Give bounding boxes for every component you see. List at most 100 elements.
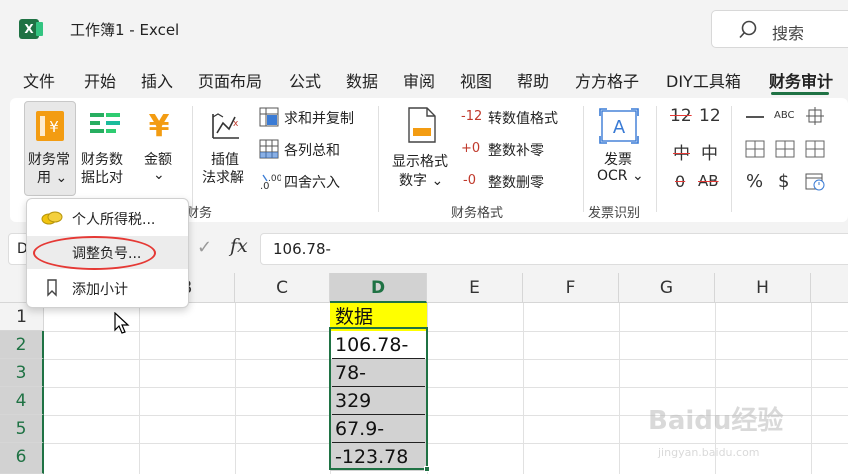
search-box[interactable]: 搜索 xyxy=(711,10,848,48)
fx-icon[interactable]: fx xyxy=(230,235,248,257)
percent-icon[interactable]: % xyxy=(746,171,763,192)
num-icon[interactable]: 12 xyxy=(699,106,721,126)
invoice-ocr-label-2[interactable]: OCR ⌄ xyxy=(597,168,644,184)
gridline xyxy=(139,303,140,474)
finance-compare-label-1[interactable]: 财务数 xyxy=(81,149,123,169)
round-delete-button[interactable]: 整数删零 xyxy=(488,172,544,192)
column-header-i[interactable] xyxy=(811,273,848,303)
invoice-ocr-label-1[interactable]: 发票 xyxy=(604,149,632,169)
gridline xyxy=(619,303,620,474)
dropdown-item-add-subtotal[interactable]: 添加小计 xyxy=(27,272,188,305)
gridline xyxy=(44,359,848,360)
menu-file[interactable]: 文件 xyxy=(23,68,55,92)
num-strike-icon[interactable]: 12 xyxy=(670,106,692,126)
menu-insert[interactable]: 插入 xyxy=(141,68,173,92)
menu-bar: 文件 开始 插入 页面布局 公式 数据 审阅 视图 帮助 方方格子 DIY工具箱… xyxy=(0,62,848,96)
ribbon-separator xyxy=(583,106,584,212)
ribbon-separator xyxy=(192,106,193,212)
ribbon-separator xyxy=(656,106,657,212)
check-icon[interactable]: ✓ xyxy=(197,237,212,258)
dash-icon[interactable] xyxy=(746,116,764,118)
group-label-finance-format: 财务格式 xyxy=(451,206,504,221)
search-icon xyxy=(739,20,757,39)
crosshair-icon[interactable] xyxy=(806,107,824,125)
menu-page-layout[interactable]: 页面布局 xyxy=(198,68,262,92)
amount-label[interactable]: 金额 xyxy=(144,149,172,169)
group-label-finance: 财务 xyxy=(186,206,213,221)
menu-finance-audit[interactable]: 财务审计 xyxy=(769,68,833,92)
cn-strike-icon[interactable]: 中 xyxy=(673,139,690,164)
interpolate-label-2[interactable]: 法求解 xyxy=(202,167,244,187)
abc-icon[interactable]: ABC xyxy=(774,110,795,121)
menu-formulas[interactable]: 公式 xyxy=(289,68,321,92)
ab-strike-icon[interactable]: AB xyxy=(698,172,719,190)
gridline xyxy=(523,303,524,474)
grid-icon-1[interactable] xyxy=(745,140,765,158)
baidu-watermark: Baidu经验 jingyan.baidu.com xyxy=(648,396,808,466)
column-header-c[interactable]: C xyxy=(235,273,330,303)
round-fill-button[interactable]: 整数补零 xyxy=(488,140,544,160)
mouse-cursor-icon xyxy=(114,312,130,334)
column-header-e[interactable]: E xyxy=(427,273,523,303)
row-header-3[interactable]: 3 xyxy=(0,359,44,387)
show-format-label-2[interactable]: 数字 ⌄ xyxy=(399,170,443,190)
row-header-5[interactable]: 5 xyxy=(0,415,44,443)
row-header-6[interactable]: 6 xyxy=(0,443,44,474)
column-header-g[interactable]: G xyxy=(619,273,715,303)
convert-format-button[interactable]: 转数值格式 xyxy=(488,108,558,128)
sum-copy-button[interactable]: 求和并复制 xyxy=(284,108,354,128)
gridline xyxy=(811,303,812,474)
row-header-2[interactable]: 2 xyxy=(0,331,44,359)
col-total-button[interactable]: 各列总和 xyxy=(284,140,340,160)
group-label-invoice: 发票识别 xyxy=(588,206,641,221)
excel-app-icon: X xyxy=(19,19,43,39)
finance-common-label-1: 财务常 xyxy=(28,152,70,168)
menu-diy-toolbox[interactable]: DIY工具箱 xyxy=(666,68,741,92)
grid-icon-2[interactable] xyxy=(775,140,795,158)
column-header-h[interactable]: H xyxy=(715,273,811,303)
dropdown-label-income-tax: 个人所得税... xyxy=(72,212,156,228)
column-header-f[interactable]: F xyxy=(523,273,619,303)
finance-compare-label-2[interactable]: 据比对 xyxy=(81,167,123,187)
ribbon-separator xyxy=(378,106,379,212)
menu-home[interactable]: 开始 xyxy=(84,68,116,92)
gridline xyxy=(44,387,848,388)
interpolate-label-1[interactable]: 插值 xyxy=(211,149,239,169)
menu-fangfang[interactable]: 方方格子 xyxy=(575,68,639,92)
formula-input[interactable]: 106.78- xyxy=(260,233,848,265)
active-tab-indicator xyxy=(771,92,829,95)
svg-text:x: x xyxy=(233,119,239,129)
grid-icon-3[interactable] xyxy=(805,140,825,158)
round-fill-icon: +0 xyxy=(461,141,481,156)
row-header-4[interactable]: 4 xyxy=(0,387,44,415)
coins-icon xyxy=(41,211,63,225)
watermark-text: Baidu经验 xyxy=(648,406,784,436)
selection-range xyxy=(329,327,428,470)
interpolate-icon: x xyxy=(212,113,239,139)
amount-chevron-icon[interactable]: ⌄ xyxy=(153,167,165,183)
title-bar: X 工作簿1 - Excel 搜索 xyxy=(0,0,848,60)
zero-strike-icon[interactable]: 0 xyxy=(675,172,685,191)
round-icon: .0 .00 xyxy=(260,174,281,191)
finance-compare-icon xyxy=(90,113,120,133)
document-title: 工作簿1 - Excel xyxy=(70,21,180,39)
cn-icon[interactable]: 中 xyxy=(701,139,718,164)
round-button[interactable]: 四舍六入 xyxy=(284,172,340,192)
bookmark-icon xyxy=(47,279,57,297)
svg-text:.00: .00 xyxy=(268,174,281,184)
fill-handle[interactable] xyxy=(424,466,430,472)
menu-review[interactable]: 审阅 xyxy=(403,68,435,92)
column-header-d[interactable]: D xyxy=(330,273,427,303)
sum-copy-icon xyxy=(259,107,279,127)
svg-text:¥: ¥ xyxy=(49,118,59,136)
dropdown-item-income-tax[interactable]: 个人所得税... xyxy=(27,202,188,235)
show-format-label-1[interactable]: 显示格式 xyxy=(392,151,448,171)
menu-help[interactable]: 帮助 xyxy=(517,68,549,92)
invoice-letter: A xyxy=(613,117,626,138)
menu-data[interactable]: 数据 xyxy=(346,68,378,92)
menu-view[interactable]: 视图 xyxy=(460,68,492,92)
calendar-clock-icon[interactable] xyxy=(805,171,825,191)
dollar-icon[interactable]: $ xyxy=(778,171,789,192)
convert-format-icon: -12 xyxy=(461,109,483,124)
annotation-circle xyxy=(33,236,156,270)
